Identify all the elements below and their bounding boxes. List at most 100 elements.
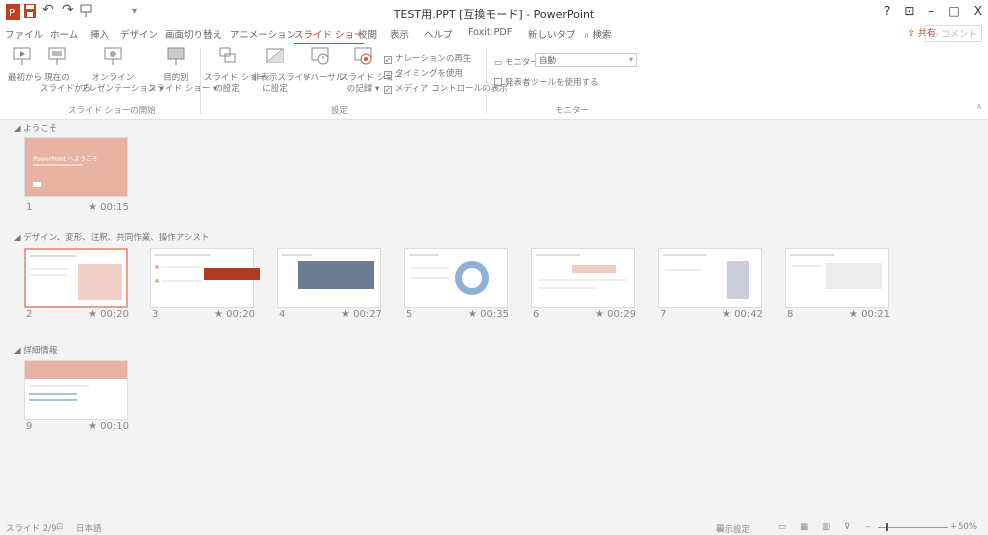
collapse-triangle-icon: ◢	[14, 346, 24, 356]
drag-indicator	[204, 268, 260, 280]
play-from-start-icon	[13, 47, 31, 65]
slideshow-view-icon[interactable]: ⊽	[844, 522, 850, 532]
slide-time-value: 00:21	[861, 309, 890, 320]
slide-time-value: 00:29	[607, 309, 636, 320]
tab-view[interactable]: 表示	[390, 27, 409, 41]
accessibility-icon[interactable]: ⊡	[56, 522, 63, 532]
slide-number: 8	[787, 309, 794, 320]
section-header-welcome[interactable]: ◢ ようこそ	[14, 122, 57, 134]
slide-4-title-line	[282, 254, 312, 256]
section-header-details[interactable]: ◢ 詳細情報	[14, 344, 57, 356]
slide-1-caption: PowerPoint へようこそ	[33, 156, 98, 163]
slide-thumbnail-7[interactable]	[658, 248, 762, 308]
from-beginning-button[interactable]: 最初から	[8, 46, 43, 84]
show-media-controls-checkbox[interactable]: ✓ メディア コントロールの表示	[384, 82, 508, 94]
tab-design[interactable]: デザイン	[120, 27, 158, 41]
slide-7-text	[665, 269, 701, 271]
maximize-button[interactable]: □	[948, 4, 959, 18]
rehearse-timings-button[interactable]: リハーサル	[302, 46, 344, 84]
slide-8-title-line	[790, 254, 834, 256]
hide-slide-button[interactable]: 非表示スライド に設定	[252, 46, 312, 95]
slide-thumbnail-8[interactable]	[785, 248, 889, 308]
comment-button[interactable]: ▭ コメント	[924, 25, 982, 42]
slide-timing: ★ 00:35	[468, 309, 509, 320]
zoom-in-button[interactable]: +	[950, 522, 957, 532]
use-presenter-view-checkbox[interactable]: 発表者ツールを使用する	[494, 76, 599, 88]
display-settings-label: 表示設定	[716, 525, 751, 535]
section-header-design[interactable]: ◢ デザイン、変形、注釈、共同作業、操作アシスト	[14, 231, 209, 243]
status-bar: スライド 2/9 ⊡ 日本語 ▤ 表示設定 ▭ ▦ ▥ ⊽ – + 50%	[0, 521, 988, 535]
star-icon: ★	[341, 309, 354, 320]
tab-new[interactable]: 新しいタブ	[528, 27, 576, 41]
slide-number: 4	[279, 309, 286, 320]
slide-thumbnail-4[interactable]	[277, 248, 381, 308]
comment-icon: ▭	[929, 30, 941, 40]
slide-thumbnail-5[interactable]	[404, 248, 508, 308]
zoom-slider-thumb[interactable]	[886, 523, 888, 531]
tab-home[interactable]: ホーム	[50, 27, 78, 41]
slide-timing: ★ 00:15	[88, 202, 129, 213]
tab-foxit-pdf[interactable]: Foxit PDF	[468, 27, 512, 38]
slide-sorter: ◢ ようこそ PowerPoint へようこそ 1 ★ 00:15 ◢ デザイン…	[0, 121, 988, 521]
group-separator	[486, 48, 487, 114]
slide-6-title-line	[536, 254, 580, 256]
tab-slideshow[interactable]: スライド ショー	[294, 27, 364, 45]
slide-2-title-line	[30, 255, 76, 257]
record-label-2: の記録 ▾	[346, 84, 380, 94]
star-icon: ★	[468, 309, 481, 320]
zoom-out-button[interactable]: –	[866, 522, 870, 532]
ribbon: 最初から 現在の スライドから オンライン プレゼンテーション ▾ 目的別 スラ…	[0, 44, 988, 120]
slide-thumbnail-1[interactable]: PowerPoint へようこそ	[24, 137, 128, 197]
tab-animations[interactable]: アニメーション	[230, 27, 296, 41]
monitor-select[interactable]: 自動 ▾	[535, 53, 637, 67]
hide-slide-icon	[266, 48, 284, 63]
record-slideshow-button[interactable]: スライド ショー の記録 ▾	[340, 46, 402, 95]
tab-review[interactable]: 校閲	[358, 27, 377, 41]
hide-slide-label-2: に設定	[262, 84, 288, 94]
custom-slideshow-button[interactable]: 目的別 スライド ショー ▾	[148, 46, 217, 95]
slide-thumbnail-6[interactable]	[531, 248, 635, 308]
from-current-slide-button[interactable]: 現在の スライドから	[40, 46, 91, 95]
play-narrations-checkbox[interactable]: ✓ ナレーションの再生	[384, 52, 471, 64]
zoom-level[interactable]: 50%	[958, 522, 977, 532]
language-indicator[interactable]: 日本語	[76, 522, 102, 534]
help-button[interactable]: ?	[884, 4, 890, 18]
set-up-slideshow-button[interactable]: スライド ショー の設定	[204, 46, 266, 95]
minimize-button[interactable]: –	[928, 4, 934, 18]
online-presentation-button[interactable]: オンライン プレゼンテーション ▾	[80, 46, 163, 95]
checkbox-box	[494, 78, 502, 86]
search-tab[interactable]: ⌕ 検索	[584, 27, 611, 41]
slide-time-value: 00:20	[226, 309, 255, 320]
slide-1-logo	[33, 182, 41, 187]
close-button[interactable]: X	[974, 4, 982, 18]
section-title: ようこそ	[23, 124, 58, 134]
slide-timing: ★ 00:10	[88, 421, 129, 432]
collapse-triangle-icon: ◢	[14, 233, 24, 243]
slide-9-header	[25, 361, 127, 379]
zoom-slider[interactable]	[878, 527, 948, 528]
tab-insert[interactable]: 挿入	[90, 27, 109, 41]
slide-sorter-view-icon[interactable]: ▦	[800, 522, 808, 532]
share-icon: ⇪	[907, 29, 918, 39]
slide-timing: ★ 00:42	[722, 309, 763, 320]
reading-view-icon[interactable]: ▥	[822, 522, 830, 532]
ribbon-display-options-button[interactable]: ⊡	[904, 4, 914, 18]
rehearse-timings-icon	[311, 47, 329, 65]
use-timings-checkbox[interactable]: ✓ タイミングを使用	[384, 67, 463, 79]
slide-thumbnail-9[interactable]	[24, 360, 128, 420]
slide-time-value: 00:42	[734, 309, 763, 320]
setup-label-2: の設定	[214, 84, 240, 94]
tab-help[interactable]: ヘルプ	[424, 27, 453, 41]
custom-slideshow-label-1: 目的別	[163, 73, 189, 83]
slide-8-screenshot	[826, 263, 882, 289]
normal-view-icon[interactable]: ▭	[778, 522, 786, 532]
collapse-ribbon-icon[interactable]: ∧	[976, 102, 982, 111]
from-beginning-label: 最初から	[8, 73, 43, 83]
slideshow-setup-icon	[219, 47, 236, 63]
tab-file[interactable]: ファイル	[5, 27, 43, 41]
tab-transitions[interactable]: 画面切り替え	[165, 27, 222, 41]
slide-3-title-line	[155, 254, 211, 256]
slide-number: 5	[406, 309, 413, 320]
slide-thumbnail-2[interactable]	[24, 248, 128, 308]
hide-slide-label-1: 非表示スライド	[252, 73, 312, 83]
